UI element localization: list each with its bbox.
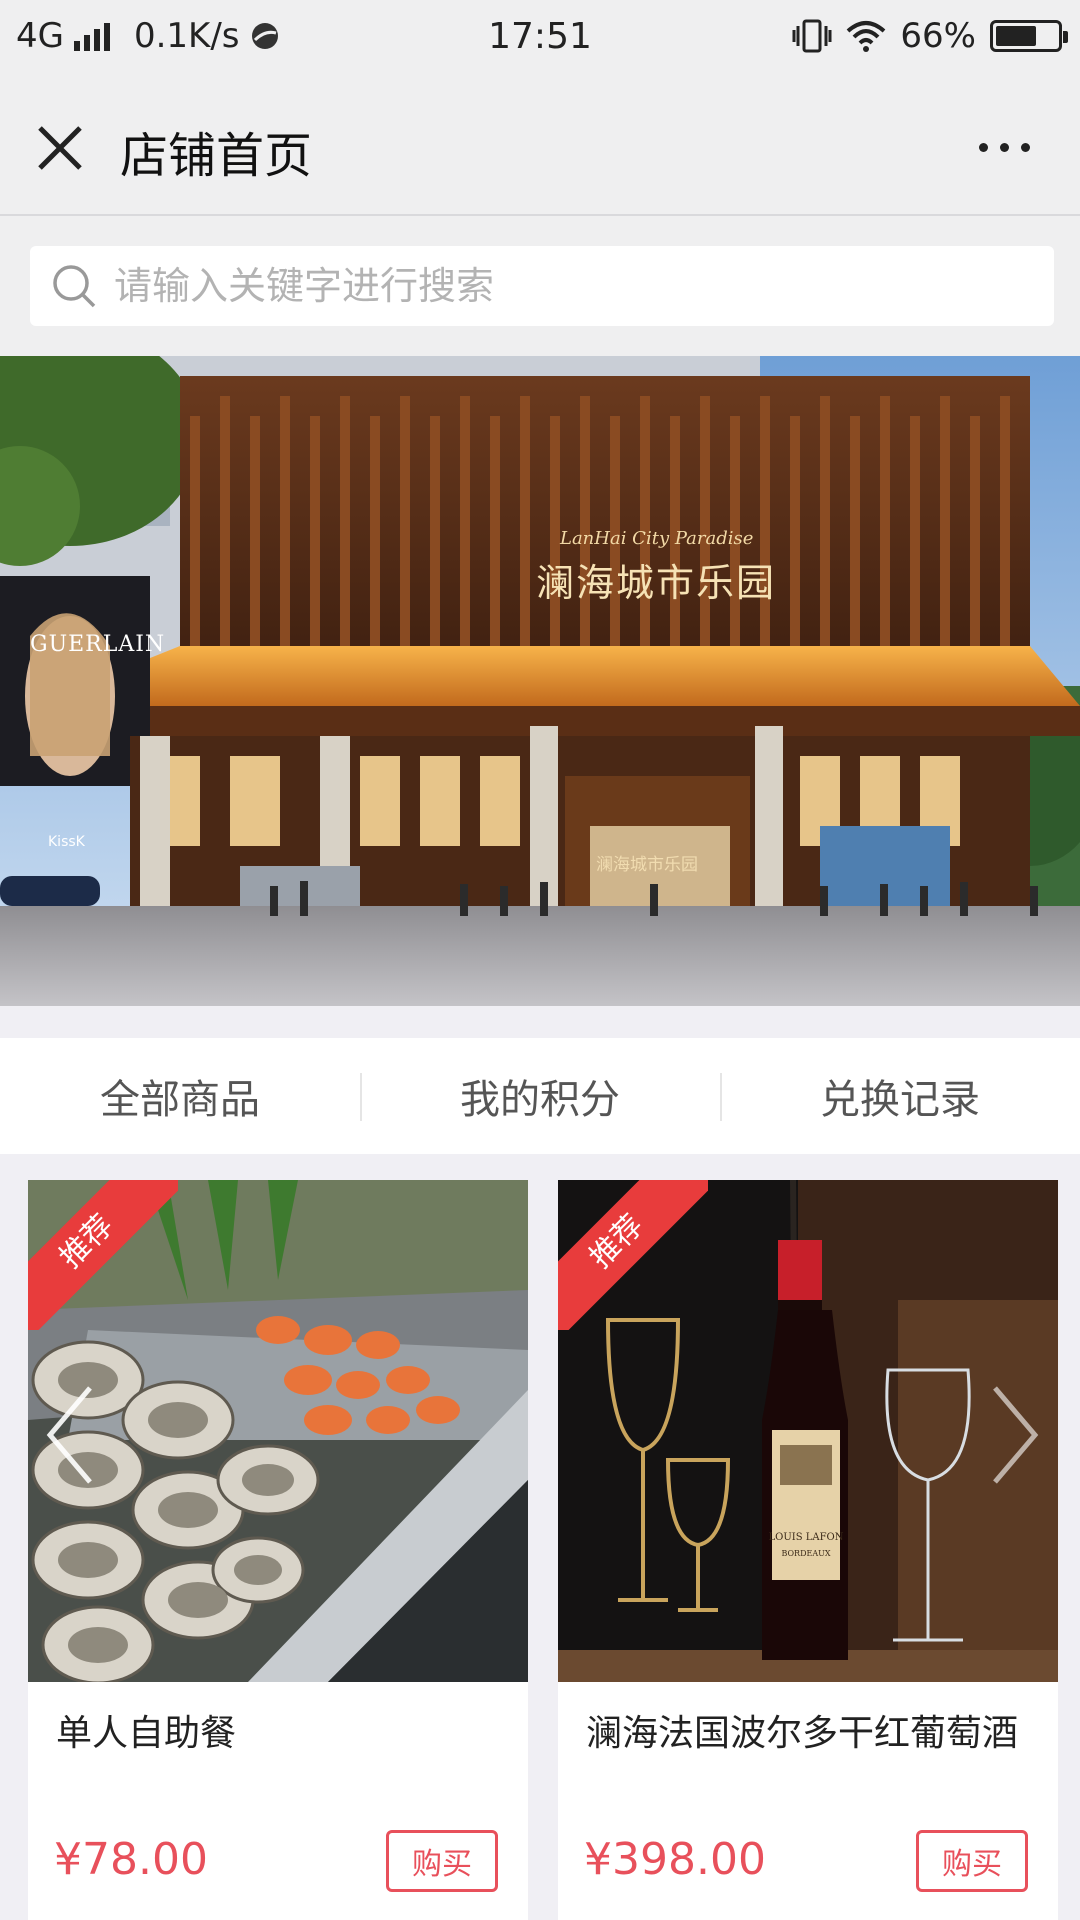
product-image: 推荐 (28, 1180, 528, 1682)
wine-label-region: BORDEAUX (781, 1549, 830, 1558)
status-bar: 4G 0.1K/s 17:51 66% (0, 0, 1080, 72)
recommend-ribbon: 推荐 (28, 1180, 178, 1330)
more-menu-icon[interactable] (964, 122, 1044, 172)
product-card[interactable]: 推荐 单人自助餐 ¥78.00 购买 (28, 1180, 528, 1920)
recommend-badge: 推荐 (28, 1180, 178, 1330)
tab-all-products[interactable]: 全部商品 (0, 1067, 360, 1125)
product-price: ¥398.00 (584, 1834, 766, 1885)
recommend-ribbon: 推荐 (558, 1180, 708, 1330)
recommend-badge: 推荐 (558, 1180, 708, 1330)
banner-door-sign: 澜海城市乐园 (596, 855, 698, 875)
banner-sign-english: LanHai City Paradise (560, 528, 754, 549)
nav-bar: 店铺首页 (0, 72, 1080, 216)
banner-sign-chinese: 澜海城市乐园 (536, 561, 777, 605)
category-tabs: 全部商品 我的积分 兑换记录 (0, 1038, 1080, 1154)
chevron-right-icon[interactable] (985, 1380, 1045, 1490)
product-price: ¥78.00 (54, 1834, 208, 1885)
search-icon (53, 265, 96, 308)
product-title: 澜海法国波尔多干红葡萄酒 (586, 1713, 1019, 1754)
store-banner[interactable]: LanHai City Paradise 澜海城市乐园 澜海城市乐园 GUERL… (0, 356, 1080, 1006)
search-box[interactable] (30, 246, 1054, 326)
status-right: 66% (792, 16, 1068, 56)
wine-label-brand: LOUIS LAFON (769, 1532, 844, 1543)
banner-image (0, 356, 1080, 1006)
tab-redeem-history[interactable]: 兑换记录 (720, 1067, 1080, 1125)
buy-button[interactable]: 购买 (916, 1830, 1028, 1892)
chevron-left-icon[interactable] (40, 1380, 100, 1490)
buy-button[interactable]: 购买 (386, 1830, 498, 1892)
close-icon[interactable] (30, 118, 90, 178)
vibrate-icon (792, 19, 832, 53)
banner-ad-brand: GUERLAIN (30, 632, 166, 657)
battery-icon (990, 20, 1068, 52)
banner-ad-sub: KissK (48, 834, 85, 850)
wifi-icon (847, 21, 886, 52)
battery-percent: 66% (900, 16, 976, 56)
product-image: LOUIS LAFON BORDEAUX 推荐 (558, 1180, 1058, 1682)
battery-fill (996, 26, 1036, 46)
product-title: 单人自助餐 (56, 1713, 237, 1754)
product-card[interactable]: LOUIS LAFON BORDEAUX 推荐 澜海法国波尔多干红葡萄酒 ¥39… (558, 1180, 1058, 1920)
page-title: 店铺首页 (120, 128, 313, 184)
tab-my-points[interactable]: 我的积分 (360, 1067, 720, 1125)
search-input[interactable] (114, 264, 1014, 308)
search-bar (0, 216, 1080, 356)
